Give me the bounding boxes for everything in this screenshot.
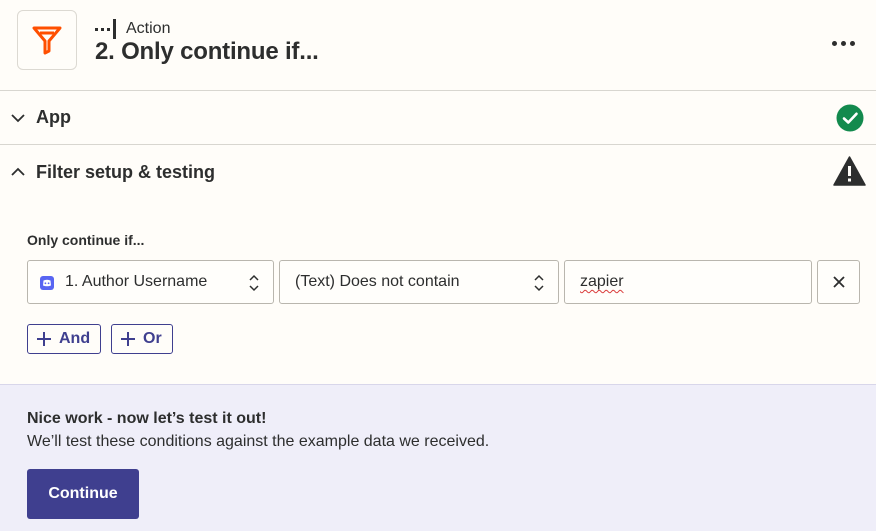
condition-value-input[interactable]: zapier xyxy=(564,260,812,304)
test-panel: Nice work - now let’s test it out! We’ll… xyxy=(0,384,876,531)
close-icon xyxy=(832,276,845,288)
action-step-icon xyxy=(95,19,116,39)
step-header: Action 2. Only continue if... xyxy=(0,0,876,91)
continue-button[interactable]: Continue xyxy=(27,469,139,519)
condition-operator-select[interactable]: (Text) Does not contain xyxy=(279,260,559,304)
section-filter-setup[interactable]: Filter setup & testing xyxy=(0,145,876,199)
test-description: We’ll test these conditions against the … xyxy=(27,433,490,450)
condition-field-value: 1. Author Username xyxy=(65,273,208,290)
app-logo xyxy=(17,10,77,70)
and-button-label: And xyxy=(59,330,91,347)
more-options-button[interactable] xyxy=(828,32,858,54)
add-or-condition-button[interactable]: Or xyxy=(111,324,173,354)
condition-operator-value: (Text) Does not contain xyxy=(295,273,460,290)
condition-field-select[interactable]: 1. Author Username xyxy=(27,260,274,304)
step-title: 2. Only continue if... xyxy=(95,38,319,65)
section-app[interactable]: App xyxy=(0,91,876,145)
select-arrows-icon xyxy=(249,274,259,292)
or-button-label: Or xyxy=(143,330,162,347)
plus-icon xyxy=(121,332,135,346)
step-type-label: Action xyxy=(126,20,171,37)
step-type: Action xyxy=(95,18,170,40)
warning-icon xyxy=(833,156,866,186)
add-and-condition-button[interactable]: And xyxy=(27,324,101,354)
section-filter-label: Filter setup & testing xyxy=(36,161,216,182)
remove-condition-button[interactable] xyxy=(817,260,860,304)
discord-icon xyxy=(40,276,54,290)
check-circle-icon xyxy=(836,104,864,132)
plus-icon xyxy=(37,332,51,346)
chevron-down-icon xyxy=(11,114,25,123)
select-arrows-icon xyxy=(534,274,544,292)
section-app-label: App xyxy=(36,107,71,127)
more-options-icon xyxy=(831,40,837,46)
conditions-title: Only continue if... xyxy=(27,232,145,248)
chevron-up-icon xyxy=(11,167,25,176)
condition-value-text: zapier xyxy=(580,273,624,290)
test-title: Nice work - now let’s test it out! xyxy=(27,410,267,427)
filter-icon xyxy=(32,26,62,55)
